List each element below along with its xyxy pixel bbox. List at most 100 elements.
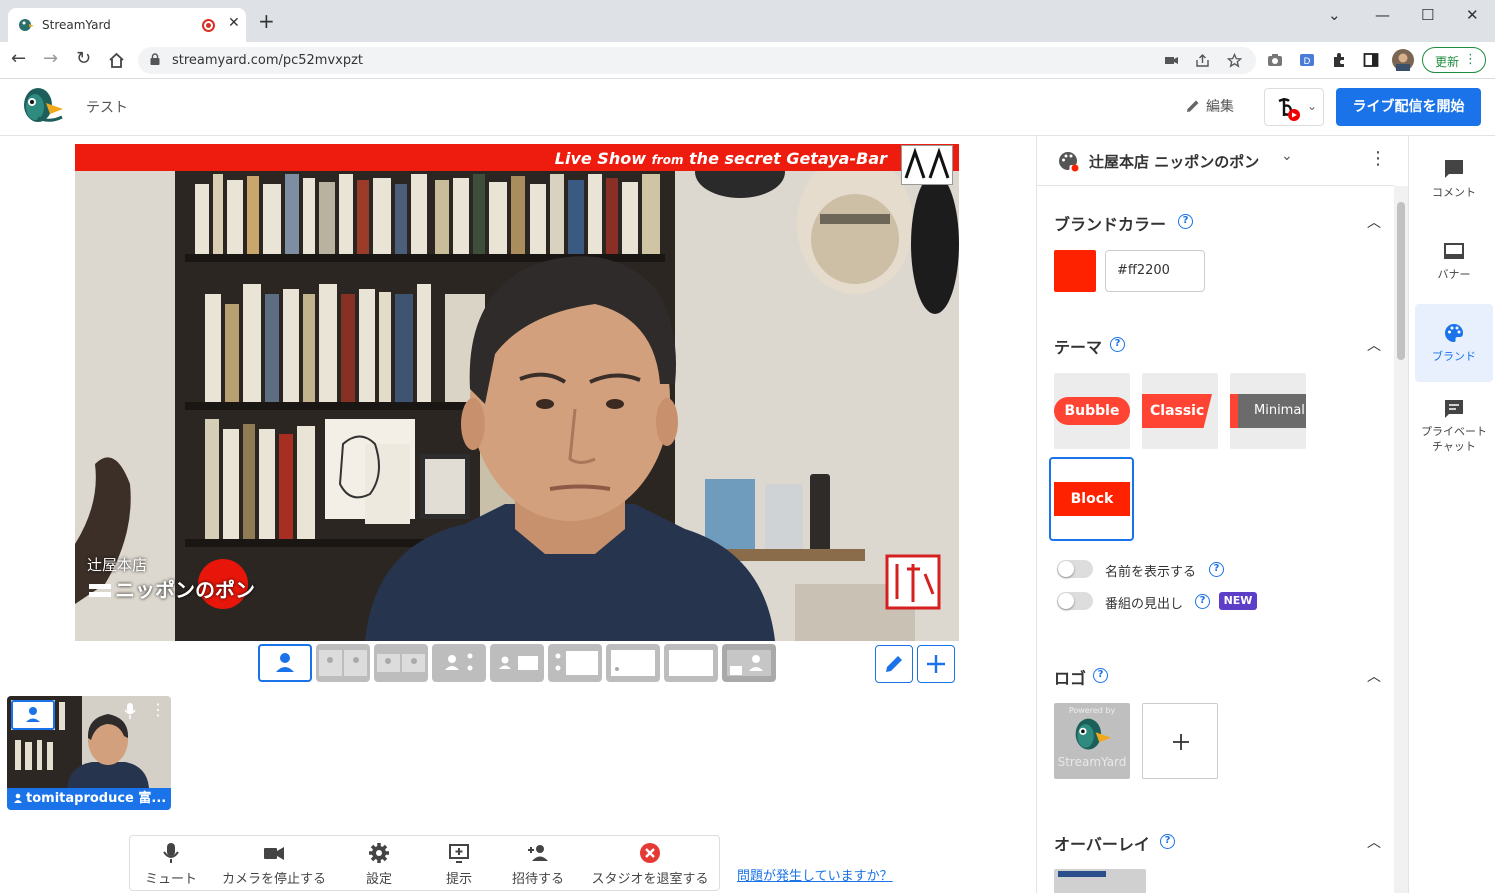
- layout-sidebar-button[interactable]: [490, 644, 544, 682]
- layout-selector: [258, 644, 778, 684]
- logo-streamyard-option[interactable]: Powered by StreamYard: [1054, 703, 1130, 779]
- brand-color-swatch[interactable]: [1054, 250, 1096, 292]
- problem-help-link[interactable]: 問題が発生していますか？: [737, 865, 893, 884]
- person-icon: [14, 793, 22, 803]
- extensions-puzzle-icon[interactable]: [1331, 52, 1347, 68]
- camera-label: カメラを停止する: [221, 872, 326, 887]
- overlay-help-icon[interactable]: ?: [1160, 834, 1175, 849]
- settings-button[interactable]: 設定: [358, 842, 400, 887]
- theme-bubble-option[interactable]: Bubble: [1054, 373, 1130, 449]
- invite-button[interactable]: 招待する: [506, 842, 570, 887]
- camera-in-use-icon[interactable]: [1164, 53, 1179, 68]
- rail-comments-tab[interactable]: コメント: [1415, 158, 1493, 200]
- overlay-collapse-icon[interactable]: ︿: [1367, 832, 1381, 852]
- show-headline-toggle[interactable]: [1057, 592, 1093, 610]
- layout-split-button[interactable]: [316, 644, 370, 682]
- rail-banners-tab[interactable]: バナー: [1415, 240, 1493, 282]
- participant-more-icon[interactable]: ⋮: [150, 700, 166, 719]
- layout-leader-button[interactable]: [432, 644, 486, 682]
- leave-studio-button[interactable]: スタジオを退室する: [584, 842, 716, 887]
- maximize-button[interactable]: ☐: [1421, 6, 1434, 24]
- brand-color-help-icon[interactable]: ?: [1178, 214, 1193, 229]
- tab-close-icon[interactable]: ✕: [228, 15, 240, 31]
- plus-icon: [1173, 734, 1189, 750]
- show-headline-help-icon[interactable]: ?: [1195, 594, 1210, 609]
- theme-block-option[interactable]: Block: [1049, 457, 1134, 541]
- screenshot-extension-icon[interactable]: [1267, 52, 1283, 68]
- overlay-logo-line2: ニッポンのポン: [115, 578, 255, 602]
- browser-tab[interactable]: StreamYard ✕: [8, 8, 246, 42]
- present-button[interactable]: 提示: [438, 842, 480, 887]
- new-tab-button[interactable]: +: [258, 11, 275, 31]
- panel-scrollbar-thumb[interactable]: [1397, 202, 1405, 360]
- brand-selector[interactable]: 辻屋本店 ニッポンのポン ⌄ ⋮: [1037, 136, 1394, 186]
- layout-screen-side-button[interactable]: [548, 644, 602, 682]
- show-names-label: 名前を表示する: [1105, 565, 1197, 580]
- show-names-toggle[interactable]: [1057, 560, 1093, 578]
- brand-more-icon[interactable]: ⋮: [1369, 148, 1387, 169]
- rail-brand-tab[interactable]: ブランド: [1415, 304, 1493, 382]
- layout-screen-pip-button[interactable]: [606, 644, 660, 682]
- add-logo-button[interactable]: [1142, 703, 1218, 779]
- omnibox[interactable]: streamyard.com/pc52mvxpzt: [138, 47, 1256, 74]
- mic-icon[interactable]: [123, 702, 137, 720]
- layout-background-button[interactable]: [722, 644, 776, 682]
- person-icon: [276, 653, 294, 672]
- theme-collapse-icon[interactable]: ︿: [1367, 335, 1381, 355]
- participant-card[interactable]: ⋮ tomitaproduce 富...: [7, 696, 171, 810]
- go-live-button[interactable]: ライブ配信を開始: [1336, 88, 1481, 126]
- theme-help-icon[interactable]: ?: [1110, 337, 1125, 352]
- logo-collapse-icon[interactable]: ︿: [1367, 666, 1381, 686]
- forward-button[interactable]: →: [43, 50, 58, 68]
- layout-solo-button[interactable]: [258, 644, 312, 682]
- show-names-help-icon[interactable]: ?: [1209, 562, 1224, 577]
- streamyard-favicon-icon: [19, 19, 34, 31]
- address-toolbar: ← → ↻ streamyard.com/pc52mvxpzt D 更新 ⋮: [0, 42, 1495, 79]
- svg-text:D: D: [1304, 57, 1311, 67]
- window-close-button[interactable]: ✕: [1466, 6, 1479, 24]
- studio-name[interactable]: テスト: [86, 97, 128, 117]
- rail-private-chat-tab[interactable]: プライベートチャット: [1415, 398, 1493, 454]
- side-panel-icon[interactable]: [1363, 52, 1379, 68]
- overlay-thumbnail[interactable]: [1054, 869, 1146, 893]
- destination-avatar: [1272, 93, 1300, 121]
- logo-help-icon[interactable]: ?: [1093, 668, 1108, 683]
- camera-button[interactable]: カメラを停止する: [216, 842, 332, 887]
- tab-search-icon[interactable]: ⌄: [1328, 6, 1341, 24]
- streamyard-logo[interactable]: [20, 87, 64, 125]
- bookmark-star-icon[interactable]: [1227, 53, 1242, 68]
- participant-name-text: tomitaproduce 富...: [26, 791, 167, 806]
- theme-minimal-option[interactable]: Minimal: [1230, 373, 1306, 449]
- brand-color-collapse-icon[interactable]: ︿: [1367, 212, 1381, 232]
- rail-brand-label: ブランド: [1432, 350, 1476, 363]
- layout-screen-full-button[interactable]: [664, 644, 718, 682]
- theme-classic-label: Classic: [1142, 394, 1212, 428]
- studio-controls: ミュート カメラを停止する 設定 提示 招待する スタジオを退室する: [129, 835, 720, 891]
- recording-indicator-icon: [202, 19, 215, 32]
- minimize-button[interactable]: —: [1375, 6, 1390, 24]
- edit-button[interactable]: 編集: [1186, 96, 1234, 116]
- back-button[interactable]: ←: [11, 50, 26, 68]
- studio-header: テスト 編集 ⌄ ライブ配信を開始: [0, 79, 1495, 136]
- translate-extension-icon[interactable]: D: [1299, 52, 1315, 68]
- browser-update-button[interactable]: 更新 ⋮: [1422, 47, 1486, 73]
- destination-selector[interactable]: ⌄: [1264, 88, 1324, 126]
- video-camera-icon: [264, 847, 284, 860]
- edit-layout-button[interactable]: [875, 645, 913, 683]
- mute-button[interactable]: ミュート: [142, 842, 200, 887]
- layout-group-button[interactable]: [374, 644, 428, 682]
- overlay-thumbnail-bar: [1058, 871, 1106, 877]
- streamyard-logo: [1075, 718, 1112, 750]
- theme-classic-option[interactable]: Classic: [1142, 373, 1218, 449]
- reload-button[interactable]: ↻: [76, 50, 91, 68]
- rail-private-chat-label: プライベートチャット: [1421, 425, 1487, 453]
- broadcast-stage[interactable]: 辻屋本店 ニッポンのポン Live Show from the secret G…: [75, 144, 959, 641]
- home-icon[interactable]: [108, 52, 125, 69]
- add-layout-button[interactable]: [917, 645, 955, 683]
- add-to-stage-button[interactable]: [11, 700, 55, 730]
- present-screen-icon: [449, 844, 469, 863]
- share-icon[interactable]: [1195, 53, 1210, 68]
- panel-scrollbar[interactable]: [1394, 186, 1408, 893]
- profile-avatar[interactable]: [1392, 49, 1414, 71]
- brand-color-input[interactable]: #ff2200: [1105, 250, 1205, 292]
